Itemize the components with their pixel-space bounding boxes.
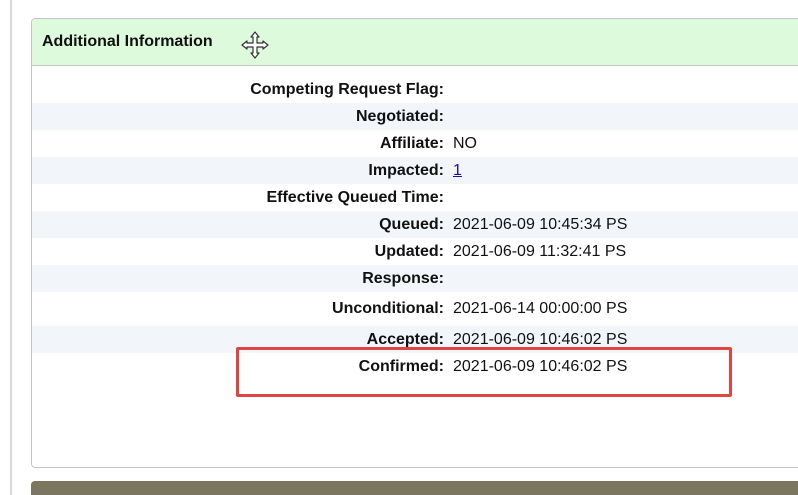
label-competing-request-flag: Competing Request Flag:: [250, 80, 444, 98]
row-accepted: Accepted: 2021-06-09 10:46:02 PS: [32, 326, 798, 353]
row-response: Response:: [32, 265, 798, 292]
next-panel-header: [31, 481, 798, 495]
value-queued: 2021-06-09 10:45:34 PS: [453, 215, 628, 233]
info-rows: Competing Request Flag: Negotiated: Affi…: [32, 66, 798, 380]
row-impacted: Impacted: 1: [32, 157, 798, 184]
label-confirmed: Confirmed:: [358, 357, 444, 375]
page: Additional Information Competing Request…: [0, 0, 798, 495]
value-unconditional: 2021-06-14 00:00:00 PS: [453, 300, 628, 317]
value-confirmed: 2021-06-09 10:46:02 PS: [453, 357, 628, 375]
row-unconditional: Unconditional: 2021-06-14 00:00:00 PS: [32, 292, 798, 326]
label-negotiated: Negotiated:: [356, 107, 444, 125]
panel-title: Additional Information: [42, 33, 213, 50]
row-competing-request-flag: Competing Request Flag:: [32, 76, 798, 103]
label-updated: Updated:: [374, 242, 444, 260]
panel-header[interactable]: Additional Information: [32, 19, 798, 66]
label-response: Response:: [362, 269, 444, 287]
value-accepted: 2021-06-09 10:46:02 PS: [453, 330, 628, 348]
label-impacted: Impacted:: [368, 161, 444, 179]
row-confirmed: Confirmed: 2021-06-09 10:46:02 PS: [32, 353, 798, 380]
row-effective-queued-time: Effective Queued Time:: [32, 184, 798, 211]
row-negotiated: Negotiated:: [32, 103, 798, 130]
label-effective-queued-time: Effective Queued Time:: [266, 188, 444, 206]
label-unconditional: Unconditional:: [332, 300, 444, 317]
additional-information-panel: Additional Information Competing Request…: [31, 18, 798, 468]
label-affiliate: Affiliate:: [380, 134, 444, 152]
row-updated: Updated: 2021-06-09 11:32:41 PS: [32, 238, 798, 265]
label-accepted: Accepted:: [366, 330, 444, 348]
value-affiliate: NO: [453, 134, 477, 152]
label-queued: Queued:: [379, 215, 444, 233]
row-affiliate: Affiliate: NO: [32, 130, 798, 157]
row-queued: Queued: 2021-06-09 10:45:34 PS: [32, 211, 798, 238]
impacted-link[interactable]: 1: [453, 162, 462, 179]
left-divider: [10, 0, 12, 495]
value-updated: 2021-06-09 11:32:41 PS: [453, 242, 627, 260]
move-cursor-icon: [241, 31, 269, 59]
value-impacted: 1: [444, 162, 462, 180]
